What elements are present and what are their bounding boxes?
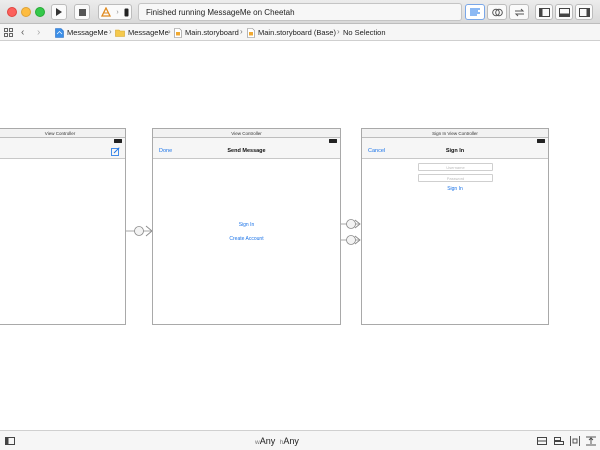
size-class-control[interactable]: wAny hAny bbox=[255, 436, 299, 446]
chevron-right-icon: › bbox=[109, 27, 112, 36]
breadcrumb-label: MessageMe bbox=[67, 28, 108, 37]
scheme-selector[interactable]: › bbox=[98, 4, 132, 20]
toggle-debug-area-button[interactable] bbox=[555, 4, 573, 20]
window-toolbar: › Finished running MessageMe on Cheetah bbox=[0, 0, 600, 24]
xcode-window: › Finished running MessageMe on Cheetah bbox=[0, 0, 600, 450]
pin-icon[interactable] bbox=[570, 436, 580, 446]
back-button[interactable]: ‹ bbox=[21, 27, 24, 38]
battery-icon bbox=[114, 139, 122, 143]
embed-in-stack-icon[interactable] bbox=[537, 437, 547, 445]
storyboard-canvas[interactable]: View Controller View Controller Done Sen… bbox=[0, 42, 600, 430]
breadcrumb-group[interactable]: MessageMe bbox=[115, 27, 169, 38]
sign-in-button[interactable]: Sign In bbox=[153, 222, 340, 228]
width-class: Any bbox=[259, 436, 276, 446]
chevron-right-icon: › bbox=[116, 8, 119, 16]
bottom-panel-icon bbox=[558, 7, 570, 17]
grid-icon bbox=[4, 28, 13, 37]
run-button[interactable] bbox=[51, 4, 67, 20]
stop-button[interactable] bbox=[74, 4, 90, 20]
scene-send-message[interactable]: View Controller Done Send Message Sign I… bbox=[152, 128, 341, 325]
toggle-utilities-button[interactable] bbox=[575, 4, 593, 20]
battery-icon bbox=[537, 139, 545, 143]
create-account-button[interactable]: Create Account bbox=[153, 236, 340, 242]
toggle-navigator-button[interactable] bbox=[535, 4, 553, 20]
right-panel-icon bbox=[578, 7, 590, 17]
breadcrumb-label: Main.storyboard (Base) bbox=[258, 28, 336, 37]
resolve-auto-layout-icon[interactable] bbox=[586, 436, 596, 446]
standard-editor-icon bbox=[470, 8, 480, 16]
assistant-editor-icon bbox=[491, 8, 503, 16]
password-field[interactable]: Password bbox=[418, 174, 493, 182]
chevron-right-icon: › bbox=[168, 27, 171, 36]
scene-title: Sign In View Controller bbox=[362, 129, 548, 138]
chevron-right-icon: › bbox=[337, 27, 340, 36]
navigation-bar: Cancel Sign In bbox=[362, 144, 548, 159]
project-icon bbox=[55, 27, 64, 38]
breadcrumb-label: No Selection bbox=[343, 28, 386, 37]
nav-title: Sign In bbox=[445, 148, 465, 154]
chevron-right-icon: › bbox=[240, 27, 243, 36]
left-panel-icon bbox=[538, 7, 550, 17]
app-scheme-icon bbox=[101, 7, 112, 17]
compose-icon[interactable] bbox=[111, 147, 120, 156]
chevron-right-icon: › bbox=[37, 27, 41, 38]
minimize-window-button[interactable] bbox=[21, 7, 31, 17]
version-editor-button[interactable] bbox=[509, 4, 529, 20]
jump-bar: ‹ › MessageMe › MessageMe › Main.storybo… bbox=[0, 24, 600, 41]
zoom-window-button[interactable] bbox=[35, 7, 45, 17]
breadcrumb-storyboard-base[interactable]: Main.storyboard (Base) bbox=[247, 27, 336, 38]
scene-sign-in[interactable]: Sign In View Controller Cancel Sign In U… bbox=[361, 128, 549, 325]
version-editor-icon bbox=[514, 8, 524, 16]
play-icon bbox=[56, 8, 62, 16]
device-iphone-icon bbox=[124, 8, 129, 16]
forward-button[interactable]: › bbox=[37, 27, 40, 38]
battery-icon bbox=[329, 139, 337, 143]
document-outline-icon[interactable] bbox=[5, 437, 15, 445]
close-window-button[interactable] bbox=[7, 7, 17, 17]
align-icon[interactable] bbox=[554, 437, 564, 445]
scene-title: View Controller bbox=[0, 129, 125, 138]
folder-icon bbox=[115, 29, 125, 37]
segue-arrow[interactable] bbox=[126, 224, 154, 238]
breadcrumb-project[interactable]: MessageMe bbox=[55, 27, 108, 38]
breadcrumb-selection[interactable]: No Selection bbox=[343, 27, 386, 38]
navigation-bar bbox=[0, 144, 125, 159]
sign-in-button[interactable]: Sign In bbox=[362, 186, 548, 192]
navigation-bar: Done Send Message bbox=[153, 144, 340, 159]
segue-arrows[interactable] bbox=[341, 217, 361, 247]
related-items-button[interactable] bbox=[4, 27, 13, 38]
breadcrumb-storyboard[interactable]: Main.storyboard bbox=[174, 27, 239, 38]
canvas-bottom-bar: wAny hAny bbox=[0, 430, 600, 450]
scene-title: View Controller bbox=[153, 129, 340, 138]
height-class: Any bbox=[283, 436, 299, 446]
breadcrumb-label: MessageMe bbox=[128, 28, 169, 37]
scene-view-controller-1[interactable]: View Controller bbox=[0, 128, 126, 325]
storyboard-icon bbox=[174, 27, 182, 38]
stop-icon bbox=[78, 8, 86, 16]
storyboard-icon bbox=[247, 27, 255, 38]
standard-editor-button[interactable] bbox=[465, 4, 485, 20]
assistant-editor-button[interactable] bbox=[487, 4, 507, 20]
breadcrumb-label: Main.storyboard bbox=[185, 28, 239, 37]
username-field[interactable]: Username bbox=[418, 163, 493, 171]
status-text: Finished running MessageMe on Cheetah bbox=[146, 7, 295, 17]
activity-status-display: Finished running MessageMe on Cheetah bbox=[138, 3, 462, 21]
nav-title: Send Message bbox=[227, 148, 266, 154]
chevron-left-icon: ‹ bbox=[21, 27, 25, 38]
